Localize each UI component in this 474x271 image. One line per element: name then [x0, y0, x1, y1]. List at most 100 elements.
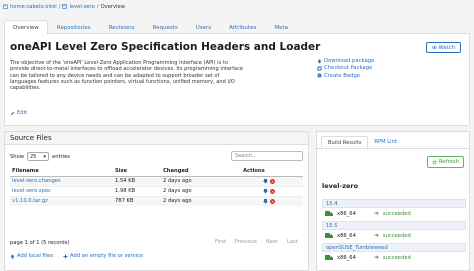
chevron-down-icon: ▾: [43, 153, 46, 160]
breadcrumb-home-project[interactable]: home:cabelo:intel: [10, 4, 57, 10]
tab-revisions[interactable]: Revisions: [100, 20, 144, 34]
create-badge-link[interactable]: Create Badge: [317, 73, 374, 79]
watch-label: Watch: [438, 44, 456, 51]
pencil-icon: [11, 111, 15, 115]
build-tabs: Build Results RPM Lint: [321, 136, 403, 148]
arrow-right-icon: ➜: [373, 232, 379, 239]
build-status-row: x86_64 ➜ succeeded: [325, 210, 411, 217]
tab-overview[interactable]: Overview: [4, 20, 48, 35]
refresh-button[interactable]: Refresh: [426, 156, 464, 168]
file-changed: 2 days ago: [161, 175, 241, 186]
column-size[interactable]: Size: [113, 166, 161, 177]
download-icon: [317, 59, 322, 64]
build-results-body: Refresh level-zero 15.4 x86_64 ➜ succeed…: [317, 148, 469, 270]
edit-description-link[interactable]: Edit: [10, 110, 27, 116]
build-status-row: x86_64 ➜ succeeded: [325, 254, 411, 261]
build-status[interactable]: succeeded: [383, 233, 411, 239]
entries-label: entries: [52, 153, 70, 160]
upload-icon: [10, 254, 15, 258]
repository-header[interactable]: 15.4: [322, 199, 466, 208]
table-row: level-zero.changes 1.54 KB 2 days ago ×: [10, 175, 303, 186]
file-search-input[interactable]: Search...: [231, 151, 303, 161]
arch-label: x86_64: [337, 210, 356, 217]
file-size: 787 KB: [113, 195, 161, 206]
add-empty-file-label: Add an empty file or service: [70, 253, 144, 259]
download-icon[interactable]: [263, 198, 268, 204]
arrow-right-icon: ➜: [373, 254, 379, 261]
pager-previous[interactable]: Previous: [235, 239, 257, 245]
tab-attributes[interactable]: Attributes: [220, 20, 265, 34]
page-length-value: 25: [30, 153, 37, 160]
column-actions: Actions: [241, 166, 303, 177]
column-filename[interactable]: Filename: [10, 166, 113, 177]
delete-icon[interactable]: ×: [270, 178, 275, 184]
watch-button[interactable]: Watch: [425, 42, 461, 53]
table-header-row: Filename Size Changed Actions: [10, 166, 303, 177]
table-info: page 1 of 1 (5 records): [10, 240, 70, 246]
source-files-header: Source Files: [5, 132, 308, 145]
tab-requests[interactable]: Requests: [144, 20, 187, 34]
build-results-card: Build Results RPM Lint Refresh level-zer…: [316, 131, 470, 271]
file-link[interactable]: level-zero.spec: [12, 188, 51, 194]
download-package-label: Download package: [324, 58, 375, 64]
checkout-package-link[interactable]: Checkout Package: [317, 65, 374, 71]
package-actions: Download package Checkout Package Create…: [317, 58, 374, 79]
tab-meta[interactable]: Meta: [265, 20, 297, 34]
repository-header[interactable]: openSUSE_Tumbleweed: [322, 243, 466, 252]
file-actions: Add local files Add an empty file or ser…: [10, 253, 143, 259]
refresh-label: Refresh: [438, 159, 459, 165]
build-project-name: level-zero: [322, 182, 359, 190]
page-title: oneAPI Level Zero Specification Headers …: [10, 41, 321, 53]
pager-first[interactable]: First: [215, 239, 226, 245]
pager-next[interactable]: Next: [266, 239, 278, 245]
package-tabs: Overview Repositories Revisions Requests…: [4, 20, 470, 35]
breadcrumb-separator: /: [58, 3, 61, 10]
file-size: 1.54 KB: [113, 175, 161, 186]
build-status-row: x86_64 ➜ succeeded: [325, 232, 411, 239]
checkout-package-label: Checkout Package: [324, 65, 373, 72]
copy-icon: [317, 66, 322, 71]
show-label: Show: [10, 153, 24, 160]
delete-icon[interactable]: ×: [270, 188, 275, 194]
add-local-files-link[interactable]: Add local files: [10, 253, 53, 259]
delete-icon[interactable]: ×: [270, 198, 275, 204]
tab-users[interactable]: Users: [187, 20, 220, 34]
file-size: 1.98 KB: [113, 185, 161, 196]
file-changed: 2 days ago: [161, 195, 241, 206]
tab-repositories[interactable]: Repositories: [48, 20, 100, 34]
repository-header[interactable]: 15.5: [322, 221, 466, 230]
add-empty-file-link[interactable]: Add an empty file or service: [63, 253, 143, 259]
download-package-link[interactable]: Download package: [317, 58, 374, 64]
column-changed[interactable]: Changed: [161, 166, 241, 177]
file-link[interactable]: level-zero.changes: [12, 178, 61, 184]
download-icon[interactable]: [263, 188, 268, 194]
add-local-files-label: Add local files: [17, 253, 54, 259]
truck-icon: [325, 233, 333, 238]
breadcrumb-package[interactable]: level-zero: [69, 4, 94, 10]
pagination: First Previous Next Last: [215, 239, 298, 245]
package-icon: [62, 4, 68, 9]
pager-last[interactable]: Last: [287, 239, 298, 245]
arrow-right-icon: ➜: [373, 210, 379, 217]
edit-label: Edit: [17, 110, 28, 116]
file-link[interactable]: v1.10.0.tar.gz: [12, 198, 48, 204]
build-status[interactable]: succeeded: [383, 211, 411, 217]
truck-icon: [325, 211, 333, 216]
table-row: v1.10.0.tar.gz 787 KB 2 days ago ×: [10, 195, 303, 206]
source-files-table: Filename Size Changed Actions level-zero…: [10, 166, 303, 206]
truck-icon: [325, 255, 333, 260]
breadcrumb-current: Overview: [100, 3, 125, 10]
create-badge-label: Create Badge: [324, 72, 361, 79]
download-icon[interactable]: [263, 178, 268, 184]
arch-label: x86_64: [337, 254, 356, 261]
source-files-card: Source Files Show 25 ▾ entries Search...…: [4, 131, 309, 271]
tab-rpm-lint[interactable]: RPM Lint: [368, 136, 403, 148]
tab-build-results[interactable]: Build Results: [321, 136, 369, 148]
arch-label: x86_64: [337, 232, 356, 239]
page-length-select[interactable]: 25 ▾: [27, 152, 49, 161]
plus-icon: [63, 254, 68, 258]
build-status[interactable]: succeeded: [383, 255, 411, 261]
refresh-icon: [432, 160, 437, 164]
breadcrumb: home:cabelo:intel / level-zero / Overvie…: [3, 2, 125, 11]
breadcrumb-separator: /: [96, 3, 99, 10]
